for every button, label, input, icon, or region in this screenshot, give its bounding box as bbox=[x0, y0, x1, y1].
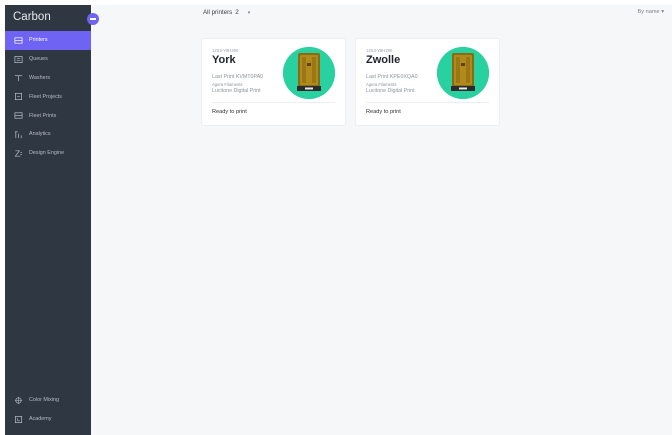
main-content: All printers 2 ▾ By name ▾ 12S3-Y8H290 Y… bbox=[91, 5, 672, 435]
sidebar-item-label: Fleet Projects bbox=[29, 93, 62, 100]
app-frame: Carbon Printers Queues Washers Fleet Pro… bbox=[5, 5, 672, 435]
prints-icon bbox=[14, 111, 23, 120]
filter-label: All printers bbox=[203, 9, 233, 16]
sidebar-item-fleet-projects[interactable]: Fleet Projects bbox=[5, 87, 91, 106]
last-print: Last Print KVMT0PA0 bbox=[212, 74, 264, 80]
collapse-sidebar-button[interactable] bbox=[87, 13, 99, 25]
printer-card-zwolle[interactable]: 12S3-Y8H290 Zwolle Last Print KPE0XQA0 A… bbox=[355, 38, 500, 126]
divider bbox=[212, 102, 335, 103]
sort-dropdown[interactable]: By name ▾ bbox=[638, 9, 664, 15]
sidebar-item-label: Academy bbox=[29, 416, 52, 423]
printer-serial: 12S3-Y8H290 bbox=[366, 48, 393, 53]
printer-image bbox=[283, 47, 335, 99]
sidebar-item-analytics[interactable]: Analytics bbox=[5, 125, 91, 144]
folder-icon bbox=[14, 92, 23, 101]
sidebar-item-queues[interactable]: Queues bbox=[5, 50, 91, 69]
printer-filter-dropdown[interactable]: All printers 2 ▾ bbox=[203, 9, 250, 16]
sort-label: By name bbox=[637, 9, 660, 15]
printer-model: Lucitone Digital Print bbox=[366, 88, 415, 95]
divider bbox=[366, 102, 489, 103]
sidebar-item-color-mixing[interactable]: Color Mixing bbox=[5, 391, 91, 410]
resin-name: Agera Filaments bbox=[366, 82, 397, 88]
printer-details: Last Print KPE0XQA0 Agera Filaments Luci… bbox=[366, 74, 418, 96]
last-print: Last Print KPE0XQA0 bbox=[366, 74, 418, 80]
academy-icon bbox=[14, 415, 23, 424]
printer-status: Ready to print bbox=[212, 109, 247, 115]
sidebar-item-label: Printers bbox=[29, 37, 48, 44]
printer-name[interactable]: Zwolle bbox=[366, 54, 400, 66]
color-mixing-icon bbox=[14, 396, 23, 405]
printer-serial: 12S3-Y8H290 bbox=[212, 48, 239, 53]
toolbar: All printers 2 ▾ By name ▾ bbox=[91, 5, 672, 25]
sidebar-item-label: Design Engine bbox=[29, 150, 65, 157]
sidebar-item-label: Color Mixing bbox=[29, 397, 59, 404]
printer-status: Ready to print bbox=[366, 109, 401, 115]
printer-image bbox=[437, 47, 489, 99]
analytics-icon bbox=[14, 130, 23, 139]
printer-icon bbox=[14, 36, 23, 45]
chevron-down-icon: ▾ bbox=[247, 9, 251, 16]
printer-details: Last Print KVMT0PA0 Agera Filaments Luci… bbox=[212, 74, 263, 96]
sidebar-nav: Printers Queues Washers Fleet Projects F… bbox=[5, 31, 91, 163]
sidebar-item-fleet-prints[interactable]: Fleet Prints bbox=[5, 106, 91, 125]
printer-name[interactable]: York bbox=[212, 54, 236, 66]
sidebar-item-label: Washers bbox=[29, 74, 51, 81]
sidebar-item-washers[interactable]: Washers bbox=[5, 69, 91, 88]
sidebar-item-design-engine[interactable]: Design Engine bbox=[5, 144, 91, 163]
sidebar-item-label: Analytics bbox=[29, 131, 51, 138]
queue-icon bbox=[14, 55, 23, 64]
sidebar-bottom-nav: Color Mixing Academy bbox=[5, 391, 91, 429]
brand-logo[interactable]: Carbon bbox=[13, 11, 51, 23]
sidebar-item-label: Queues bbox=[29, 56, 48, 63]
design-engine-icon bbox=[14, 149, 23, 158]
sidebar: Carbon Printers Queues Washers Fleet Pro… bbox=[5, 5, 99, 435]
chevron-down-icon: ▾ bbox=[661, 9, 664, 15]
resin-name: Agera Filaments bbox=[212, 82, 243, 88]
sidebar-item-academy[interactable]: Academy bbox=[5, 410, 91, 429]
filter-count: 2 bbox=[235, 9, 239, 16]
sidebar-item-label: Fleet Prints bbox=[29, 112, 57, 119]
washer-icon bbox=[14, 73, 23, 82]
printer-card-york[interactable]: 12S3-Y8H290 York Last Print KVMT0PA0 Age… bbox=[201, 38, 346, 126]
printer-model: Lucitone Digital Print bbox=[212, 88, 261, 95]
sidebar-item-printers[interactable]: Printers bbox=[5, 31, 91, 50]
